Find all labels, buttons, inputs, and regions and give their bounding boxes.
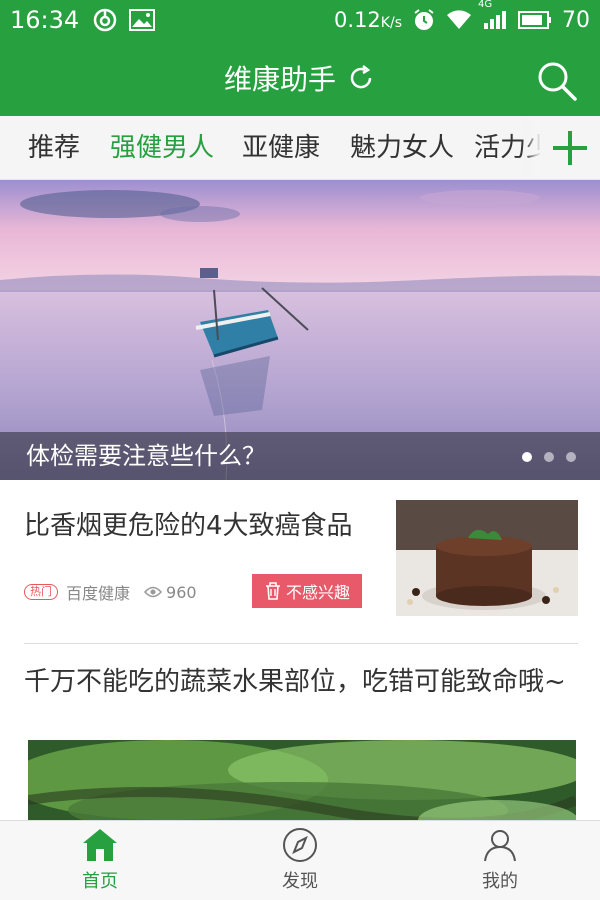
article-image [28,740,576,820]
tab-sub-health[interactable]: 亚健康 [242,116,320,179]
alarm-icon [412,8,436,32]
user-icon [481,827,519,863]
cellular-signal-icon: 4G [478,0,508,31]
search-icon[interactable] [536,60,578,102]
banner-pager [522,452,576,462]
nav-discover-label: 发现 [282,871,318,892]
status-bar: 16:34 0.12K/s 4G 70 [0,0,600,40]
nav-discover[interactable]: 发现 [200,821,400,900]
tab-strong-men[interactable]: 强健男人 [110,116,214,179]
compass-icon [281,827,319,863]
pager-dot [522,452,532,462]
tab-recommend[interactable]: 推荐 [28,116,80,179]
wifi-icon [446,9,472,31]
app-title: 维康助手 [223,63,336,96]
nav-home[interactable]: 首页 [0,821,200,900]
app-screen: 16:34 0.12K/s 4G 70 维康助手 推荐 强健男人 亚健康 魅力女… [0,0,600,900]
network-speed: 0.12K/s [334,8,402,32]
app-header: 维康助手 [0,40,600,116]
article-item[interactable]: 比香烟更危险的4大致癌食品 热门 百度健康 960 不感兴趣 [24,480,578,644]
not-interested-button[interactable]: 不感兴趣 [252,574,362,608]
view-count: 960 [144,583,197,602]
featured-banner[interactable]: 体检需要注意些什么？ [0,180,600,480]
nav-profile-label: 我的 [482,871,518,892]
article-meta: 热门 百度健康 960 [24,580,197,604]
article-title: 比香烟更危险的4大致癌食品 [24,511,353,541]
image-notification-icon [129,9,156,31]
banner-caption: 体检需要注意些什么？ [0,432,600,480]
nav-profile[interactable]: 我的 [400,821,600,900]
refresh-icon[interactable] [346,63,376,93]
battery-level: 70 [562,7,590,33]
article-title: 千万不能吃的蔬菜水果部位，吃错可能致命哦~ [24,667,566,697]
hot-badge: 热门 [24,584,58,600]
status-time: 16:34 [10,6,80,34]
add-category-button[interactable] [540,116,600,179]
netease-music-icon [93,8,117,32]
article-thumbnail [396,500,578,616]
bottom-navigation: 首页 发现 我的 [0,820,600,900]
pager-dot [544,452,554,462]
article-item[interactable]: 千万不能吃的蔬菜水果部位，吃错可能致命哦~ [24,666,578,820]
nav-home-label: 首页 [82,871,118,892]
eye-icon [144,586,163,598]
pager-dot [566,452,576,462]
tab-charming-women[interactable]: 魅力女人 [350,116,454,179]
article-feed: 比香烟更危险的4大致癌食品 热门 百度健康 960 不感兴趣 千万不能吃的蔬菜水… [0,480,600,820]
plus-icon [551,129,589,167]
category-tabs: 推荐 强健男人 亚健康 魅力女人 活力少 [0,116,600,180]
battery-icon [518,10,552,30]
article-source: 百度健康 [66,584,131,603]
trash-icon [264,581,282,601]
home-icon [81,827,119,863]
